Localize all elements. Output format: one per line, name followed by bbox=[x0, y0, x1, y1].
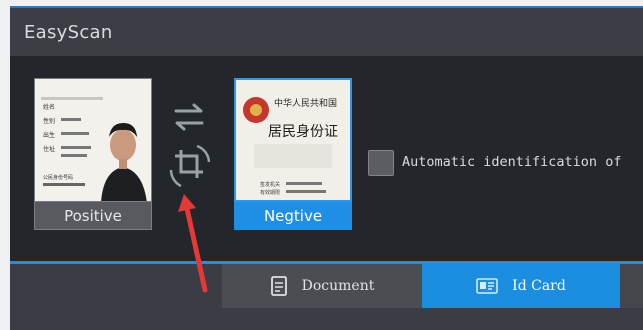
positive-label: Positive bbox=[34, 202, 152, 230]
negative-side-card[interactable]: 中华人民共和国 居民身份证 签发机关 有效期限 Negtive bbox=[234, 78, 352, 230]
auto-identify-label: Automatic identification of bbox=[402, 154, 622, 170]
id-card-back-thumbnail: 中华人民共和国 居民身份证 签发机关 有效期限 bbox=[234, 78, 352, 202]
front-address-label: 住址 bbox=[43, 145, 55, 153]
app-title: EasyScan bbox=[24, 22, 113, 43]
front-birth-label: 出生 bbox=[43, 131, 55, 139]
front-name-label: 姓名 bbox=[43, 103, 55, 111]
tab-overflow bbox=[620, 264, 643, 308]
back-issuer-label: 签发机关 bbox=[260, 181, 280, 188]
tab-document[interactable]: Document bbox=[222, 264, 422, 308]
front-id-number-label: 公民身份号码 bbox=[43, 174, 73, 181]
positive-side-card[interactable]: 姓名 性别 出生 住址 公民身份号码 Positive bbox=[34, 78, 152, 230]
negative-label: Negtive bbox=[234, 202, 352, 230]
back-card-title: 居民身份证 bbox=[268, 124, 338, 140]
title-bar: EasyScan bbox=[10, 8, 643, 56]
id-card-front-thumbnail: 姓名 性别 出生 住址 公民身份号码 bbox=[34, 78, 152, 202]
mode-tab-bar: Document Id Card bbox=[10, 264, 643, 330]
auto-identify-checkbox[interactable] bbox=[368, 150, 394, 176]
rotate-crop-icon[interactable] bbox=[167, 142, 211, 190]
id-card-icon bbox=[476, 278, 498, 294]
tab-id-card[interactable]: Id Card bbox=[422, 264, 620, 308]
front-sex-label: 性别 bbox=[43, 117, 55, 125]
document-icon bbox=[270, 276, 287, 296]
back-validity-label: 有效期限 bbox=[260, 189, 280, 196]
back-country-title: 中华人民共和国 bbox=[274, 97, 337, 109]
swap-arrows-icon[interactable] bbox=[170, 98, 208, 136]
tab-id-card-label: Id Card bbox=[512, 278, 566, 294]
national-emblem-icon bbox=[243, 97, 269, 123]
tab-document-label: Document bbox=[301, 278, 375, 294]
easyscan-window: EasyScan 姓名 性别 出生 住址 公民身份号码 Positive 中华人… bbox=[10, 6, 643, 330]
